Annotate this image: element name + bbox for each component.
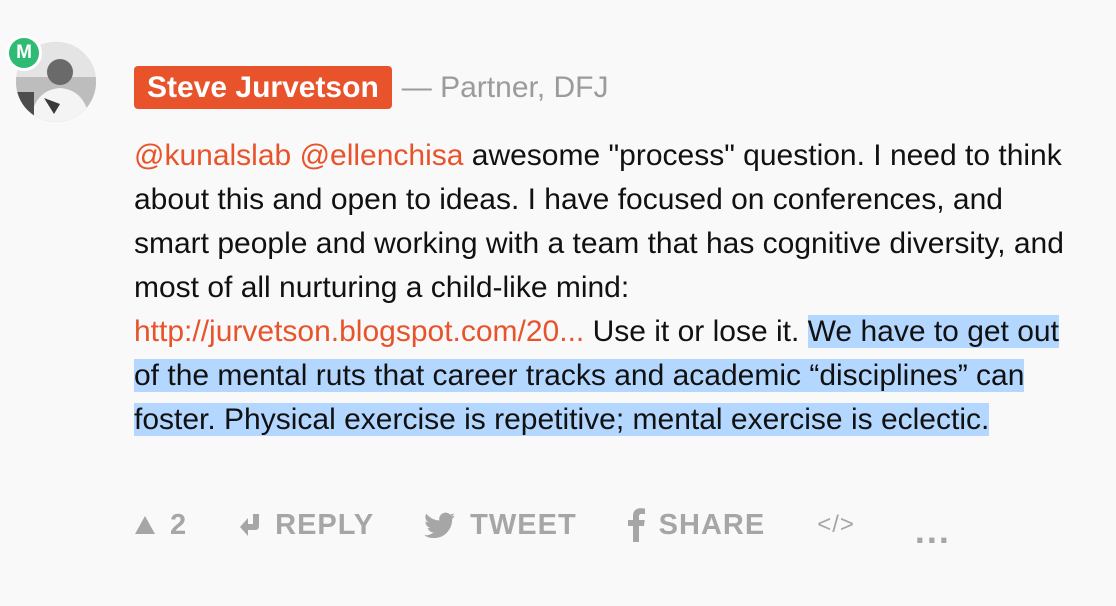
mention-kunalslab[interactable]: @kunalslab (134, 139, 291, 172)
comment-body: @kunalslab @ellenchisa awesome "process"… (134, 134, 1074, 442)
twitter-bird-icon (424, 512, 456, 538)
embed-code-icon: </> (817, 511, 855, 538)
blog-link[interactable]: http://jurvetson.blogspot.com/20... (134, 315, 584, 348)
mention-ellenchisa[interactable]: @ellenchisa (300, 139, 464, 172)
embed-button[interactable]: </> (817, 511, 855, 539)
more-options-button[interactable]: ... (914, 510, 951, 551)
tweet-label: TWEET (470, 508, 577, 541)
author-name[interactable]: Steve Jurvetson (134, 66, 392, 109)
reply-label: REPLY (275, 508, 375, 541)
facebook-f-icon (627, 508, 645, 542)
share-label: SHARE (658, 508, 766, 541)
upvote-button[interactable]: 2 (134, 509, 187, 542)
tweet-button[interactable]: TWEET (424, 509, 577, 542)
comment-actions: 2 REPLY TWEET SHARE </> ... (134, 508, 951, 551)
upvote-triangle-icon (135, 516, 155, 534)
reply-arrow-icon (240, 514, 260, 536)
member-badge: M (6, 35, 42, 71)
comment-header: Steve Jurvetson — Partner, DFJ (134, 66, 609, 109)
comment-text-part-2: Use it or lose it. (584, 315, 808, 348)
badge-letter: M (16, 42, 32, 63)
author-title: — Partner, DFJ (401, 70, 609, 104)
reply-button[interactable]: REPLY (239, 509, 374, 542)
more-dots-icon: ... (914, 510, 951, 551)
share-button[interactable]: SHARE (627, 508, 766, 542)
upvote-count: 2 (170, 508, 188, 541)
